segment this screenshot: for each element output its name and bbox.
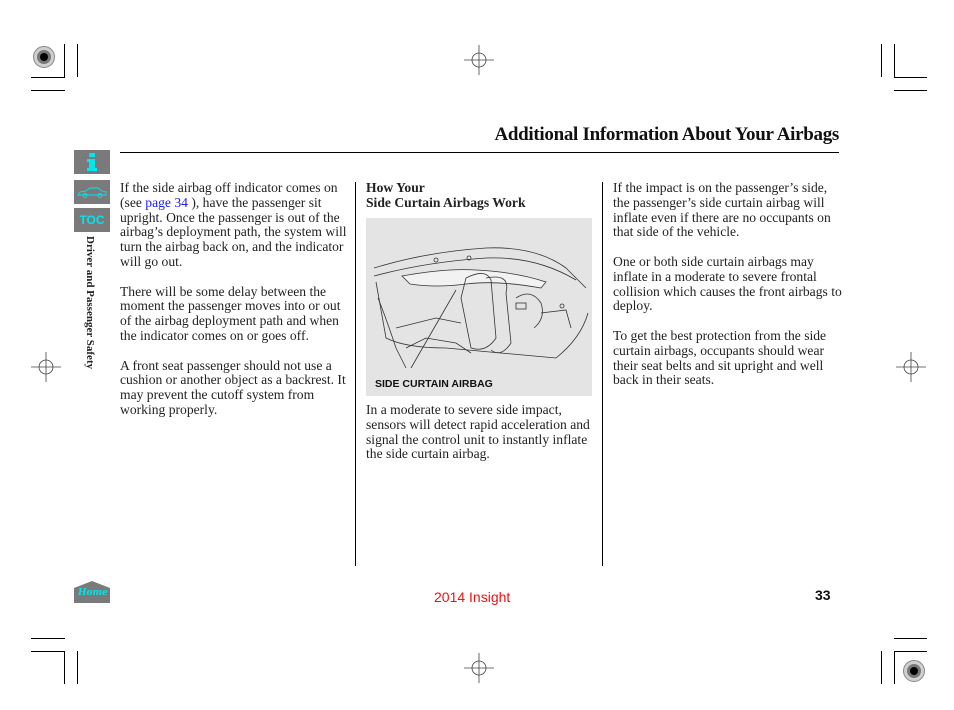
heading-line-2: Side Curtain Airbags Work xyxy=(366,194,526,210)
left-column: If the side airbag off indicator comes o… xyxy=(120,180,352,433)
crop-mark xyxy=(894,651,927,652)
home-button[interactable]: Home xyxy=(74,581,110,603)
model-name: 2014 Insight xyxy=(434,589,511,605)
heading-line-1: How Your xyxy=(366,180,425,195)
column-divider xyxy=(355,182,356,566)
car-icon xyxy=(77,187,107,198)
right-paragraph-3: To get the best protection from the side… xyxy=(613,327,827,388)
crop-mark xyxy=(31,651,65,652)
crop-mark xyxy=(881,44,882,77)
column-divider xyxy=(602,182,603,566)
crop-mark xyxy=(894,651,895,684)
page-number: 33 xyxy=(815,587,831,603)
left-paragraph-2: There will be some delay between the mom… xyxy=(120,283,341,343)
crop-mark xyxy=(894,638,927,639)
crop-mark xyxy=(31,90,65,91)
page-34-link[interactable]: page 34 xyxy=(145,195,188,210)
side-curtain-airbag-figure: SIDE CURTAIN AIRBAG xyxy=(366,218,592,396)
middle-paragraph-1: In a moderate to severe side impact, sen… xyxy=(366,402,590,462)
right-paragraph-1: If the impact is on the passenger’s side… xyxy=(613,180,831,240)
crop-mark xyxy=(31,77,65,78)
crosshair-mark-icon xyxy=(31,352,61,382)
page-title: Additional Information About Your Airbag… xyxy=(494,124,839,145)
crop-mark xyxy=(64,651,65,684)
crosshair-mark-icon xyxy=(464,653,494,683)
right-column: If the impact is on the passenger’s side… xyxy=(613,180,845,403)
crop-mark xyxy=(77,44,78,77)
section-label: Driver and Passenger Safety xyxy=(84,236,96,370)
crosshair-mark-icon xyxy=(896,352,926,382)
crop-mark xyxy=(894,44,895,77)
crop-mark xyxy=(881,651,882,684)
registration-target-icon xyxy=(903,660,925,682)
crop-mark xyxy=(894,77,927,78)
middle-heading: How Your Side Curtain Airbags Work xyxy=(366,180,598,211)
toc-label: TOC xyxy=(79,213,105,227)
info-icon xyxy=(87,153,97,171)
left-paragraph-3: A front seat passenger should not use a … xyxy=(120,357,346,417)
home-label: Home xyxy=(78,588,108,598)
right-paragraph-2: One or both side curtain airbags may inf… xyxy=(613,253,842,314)
middle-column-text: In a moderate to severe side impact, sen… xyxy=(366,402,598,477)
crop-mark xyxy=(31,638,65,639)
car-interior-illustration xyxy=(373,247,589,369)
figure-label: SIDE CURTAIN AIRBAG xyxy=(375,378,493,390)
vehicle-index-button[interactable] xyxy=(74,180,110,204)
crosshair-mark-icon xyxy=(464,45,494,75)
crop-mark xyxy=(64,44,65,77)
toc-button[interactable]: TOC xyxy=(74,208,110,232)
registration-target-icon xyxy=(33,46,55,68)
info-button[interactable] xyxy=(74,150,110,174)
crop-mark xyxy=(77,651,78,684)
left-paragraph-1: If the side airbag off indicator comes o… xyxy=(120,180,352,270)
title-divider xyxy=(120,152,839,153)
crop-mark xyxy=(894,90,927,91)
